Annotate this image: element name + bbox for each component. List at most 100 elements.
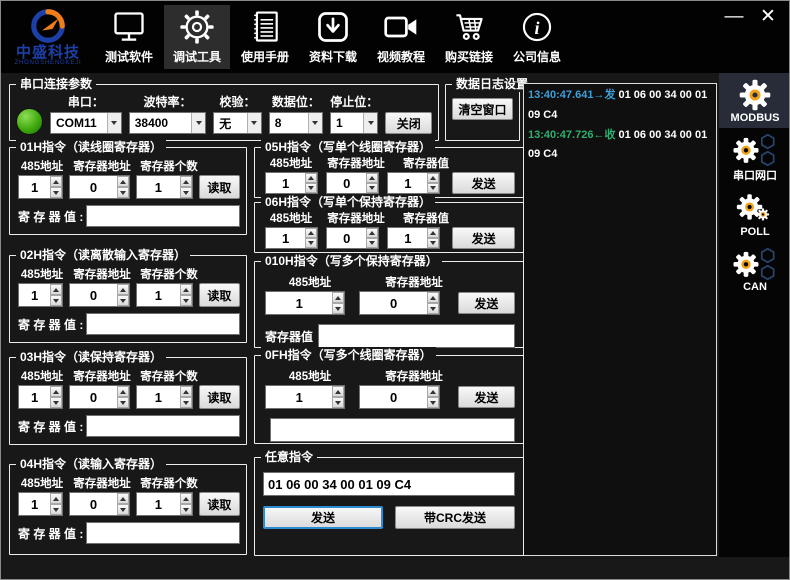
addr-stepper[interactable]: 1: [265, 291, 345, 315]
stepper-down-icon[interactable]: [180, 504, 192, 515]
stepper-up-icon[interactable]: [332, 386, 344, 397]
stepper-up-icon[interactable]: [427, 292, 439, 303]
stepper-up-icon[interactable]: [305, 173, 317, 183]
stepper-up-icon[interactable]: [180, 176, 192, 187]
command-input[interactable]: 01 06 00 34 00 01 09 C4: [263, 472, 515, 496]
send-button[interactable]: 发送: [452, 172, 515, 194]
stepper-down-icon[interactable]: [50, 295, 62, 306]
stepper-up-icon[interactable]: [366, 228, 378, 238]
send-with-crc-button[interactable]: 带CRC发送: [395, 506, 515, 529]
register-value-input[interactable]: [270, 418, 515, 442]
addr-stepper[interactable]: 1: [265, 385, 345, 409]
port-select[interactable]: COM11: [50, 112, 122, 134]
toolbar-item-downloads[interactable]: 资料下载: [300, 5, 366, 69]
toolbar-item-company-info[interactable]: i 公司信息: [504, 5, 570, 69]
sidebar-item-poll[interactable]: POLL: [719, 187, 790, 242]
addr-stepper[interactable]: 1: [18, 385, 63, 409]
stepper-down-icon[interactable]: [427, 397, 439, 408]
stepper-down-icon[interactable]: [117, 187, 129, 198]
reg-addr-stepper[interactable]: 0: [69, 492, 130, 516]
register-value-input[interactable]: [86, 313, 240, 335]
sidebar-item-can[interactable]: CAN: [719, 242, 790, 297]
stepper-up-icon[interactable]: [427, 173, 439, 183]
stepper-down-icon[interactable]: [332, 397, 344, 408]
stepper-up-icon[interactable]: [117, 176, 129, 187]
stepper-down-icon[interactable]: [117, 397, 129, 408]
clear-window-button[interactable]: 清空窗口: [452, 98, 513, 120]
register-value-input[interactable]: [86, 522, 240, 544]
stepper-down-icon[interactable]: [50, 397, 62, 408]
stepper-up-icon[interactable]: [50, 284, 62, 295]
close-button[interactable]: ✕: [757, 7, 779, 27]
serial-close-button[interactable]: 关闭: [385, 112, 432, 134]
stopbits-select[interactable]: 1: [330, 112, 378, 134]
stepper-up-icon[interactable]: [332, 292, 344, 303]
reg-value-stepper[interactable]: 1: [387, 227, 440, 249]
addr-stepper[interactable]: 1: [265, 172, 318, 194]
stepper-up-icon[interactable]: [117, 493, 129, 504]
data-log-panel[interactable]: 13:40:47.641→发 01 06 00 34 00 01 09 C4 1…: [523, 83, 717, 556]
stepper-up-icon[interactable]: [305, 228, 317, 238]
toolbar-item-purchase-link[interactable]: 购买链接: [436, 5, 502, 69]
stepper-down-icon[interactable]: [180, 187, 192, 198]
stepper-up-icon[interactable]: [427, 228, 439, 238]
reg-count-stepper[interactable]: 1: [136, 175, 193, 199]
stepper-up-icon[interactable]: [180, 493, 192, 504]
read-button[interactable]: 读取: [199, 175, 240, 199]
addr-stepper[interactable]: 1: [265, 227, 318, 249]
reg-count-stepper[interactable]: 1: [136, 283, 193, 307]
stepper-down-icon[interactable]: [427, 183, 439, 193]
read-button[interactable]: 读取: [199, 283, 240, 307]
stepper-up-icon[interactable]: [50, 493, 62, 504]
parity-select[interactable]: 无: [213, 112, 261, 134]
stepper-up-icon[interactable]: [180, 284, 192, 295]
reg-count-stepper[interactable]: 1: [136, 492, 193, 516]
stepper-up-icon[interactable]: [366, 173, 378, 183]
reg-addr-stepper[interactable]: 0: [359, 291, 439, 315]
addr-stepper[interactable]: 1: [18, 492, 63, 516]
stepper-up-icon[interactable]: [427, 386, 439, 397]
stepper-up-icon[interactable]: [50, 386, 62, 397]
reg-addr-stepper[interactable]: 0: [69, 175, 130, 199]
stepper-up-icon[interactable]: [50, 176, 62, 187]
sidebar-item-modbus[interactable]: MODBUS: [719, 73, 790, 128]
toolbar-item-test-software[interactable]: 测试软件: [96, 5, 162, 69]
read-button[interactable]: 读取: [199, 492, 240, 516]
send-button[interactable]: 发送: [458, 292, 515, 314]
addr-stepper[interactable]: 1: [18, 283, 63, 307]
register-value-input[interactable]: [86, 205, 240, 227]
stepper-up-icon[interactable]: [117, 284, 129, 295]
reg-count-stepper[interactable]: 1: [136, 385, 193, 409]
baud-select[interactable]: 38400: [129, 112, 207, 134]
stepper-up-icon[interactable]: [117, 386, 129, 397]
stepper-down-icon[interactable]: [427, 238, 439, 248]
send-button[interactable]: 发送: [263, 506, 383, 529]
stepper-down-icon[interactable]: [180, 397, 192, 408]
stepper-up-icon[interactable]: [180, 386, 192, 397]
reg-addr-stepper[interactable]: 0: [326, 172, 379, 194]
toolbar-item-debug-tool[interactable]: 调试工具: [164, 5, 230, 69]
register-value-input[interactable]: [318, 324, 515, 348]
stepper-down-icon[interactable]: [366, 238, 378, 248]
stepper-down-icon[interactable]: [427, 303, 439, 314]
sidebar-item-serial-ethernet[interactable]: 串口网口: [719, 128, 790, 187]
reg-addr-stepper[interactable]: 0: [326, 227, 379, 249]
addr-stepper[interactable]: 1: [18, 175, 63, 199]
toolbar-item-video-tutorials[interactable]: 视频教程: [368, 5, 434, 69]
register-value-input[interactable]: [86, 415, 240, 437]
stepper-down-icon[interactable]: [366, 183, 378, 193]
toolbar-item-user-manual[interactable]: 使用手册: [232, 5, 298, 69]
reg-addr-stepper[interactable]: 0: [359, 385, 439, 409]
stepper-down-icon[interactable]: [50, 504, 62, 515]
send-button[interactable]: 发送: [458, 386, 515, 408]
stepper-down-icon[interactable]: [50, 187, 62, 198]
stepper-down-icon[interactable]: [305, 183, 317, 193]
databits-select[interactable]: 8: [269, 112, 323, 134]
stepper-down-icon[interactable]: [180, 295, 192, 306]
stepper-down-icon[interactable]: [117, 295, 129, 306]
stepper-down-icon[interactable]: [332, 303, 344, 314]
read-button[interactable]: 读取: [199, 385, 240, 409]
reg-value-stepper[interactable]: 1: [387, 172, 440, 194]
reg-addr-stepper[interactable]: 0: [69, 385, 130, 409]
stepper-down-icon[interactable]: [305, 238, 317, 248]
